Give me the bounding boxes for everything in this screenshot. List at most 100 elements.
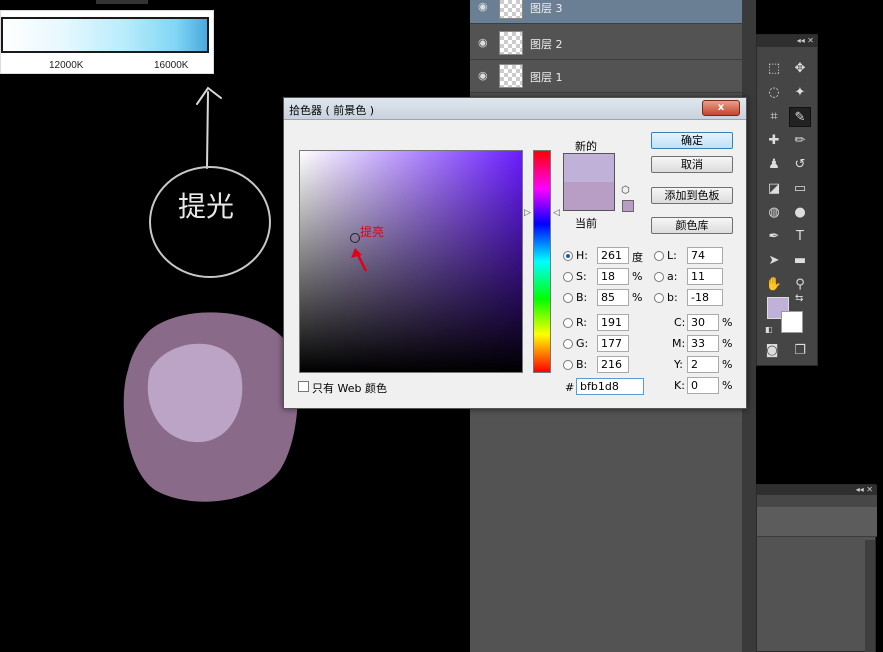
- c-unit: %: [722, 316, 733, 329]
- hue-slider-left-arrow-icon[interactable]: ▷: [524, 208, 531, 218]
- up-arrow-sketch: [196, 86, 222, 169]
- annotation-label: 提亮: [360, 225, 385, 239]
- c-label: C:: [674, 316, 686, 329]
- move-tool-icon[interactable]: ✥: [789, 59, 811, 79]
- g-input[interactable]: 177: [597, 335, 629, 352]
- path-selection-tool-icon[interactable]: ➤: [763, 251, 785, 271]
- new-color-swatch: [563, 153, 615, 182]
- layer-thumbnail: [499, 31, 523, 55]
- rectangle-tool-icon[interactable]: ▬: [789, 251, 811, 271]
- eraser-tool-icon[interactable]: ◪: [763, 179, 785, 199]
- handwritten-note: 提光: [178, 190, 235, 223]
- r-input[interactable]: 191: [597, 314, 629, 331]
- a-label: a:: [667, 270, 678, 283]
- tools-panel: ◂◂ ✕ ⬚ ✥ ◌ ✦ ⌗ ✎ ✚ ✏ ♟ ↺ ◪ ▭ ◍ ● ✒ T ➤ ▬…: [756, 34, 818, 366]
- h-label: H:: [576, 249, 588, 262]
- a-radio[interactable]: [654, 272, 664, 282]
- layer-row-1[interactable]: ◉ 图层 1: [470, 60, 742, 93]
- dodge-tool-icon[interactable]: ●: [789, 203, 811, 223]
- b-input[interactable]: 85: [597, 289, 629, 306]
- annotation-arrow-icon: [351, 248, 368, 272]
- y-unit: %: [722, 358, 733, 371]
- add-to-swatches-button[interactable]: 添加到色板: [651, 187, 733, 204]
- hue-slider[interactable]: [533, 150, 551, 373]
- h-radio[interactable]: [563, 251, 573, 261]
- k-label: K:: [674, 379, 685, 392]
- b-radio[interactable]: [563, 293, 573, 303]
- zoom-tool-icon[interactable]: ⚲: [789, 275, 811, 295]
- gradient-tool-icon[interactable]: ▭: [789, 179, 811, 199]
- healing-brush-tool-icon[interactable]: ✚: [763, 131, 785, 151]
- magic-wand-tool-icon[interactable]: ✦: [789, 83, 811, 103]
- secondary-panel-header[interactable]: ◂◂ ✕: [757, 485, 877, 495]
- s-radio[interactable]: [563, 272, 573, 282]
- background-color-swatch[interactable]: [781, 311, 803, 333]
- hue-slider-right-arrow-icon[interactable]: ◁: [553, 208, 560, 218]
- hex-input[interactable]: bfb1d8: [576, 378, 644, 395]
- g-label: G:: [576, 337, 589, 350]
- blue-radio[interactable]: [563, 360, 573, 370]
- m-unit: %: [722, 337, 733, 350]
- eye-icon[interactable]: ◉: [478, 37, 490, 49]
- web-colors-only-label: 只有 Web 颜色: [312, 382, 387, 395]
- dialog-titlebar: 拾色器 ( 前景色 ) x: [284, 98, 746, 120]
- m-label: M:: [672, 337, 686, 350]
- blue-input[interactable]: 216: [597, 356, 629, 373]
- type-tool-icon[interactable]: T: [789, 227, 811, 247]
- web-safe-color-swatch[interactable]: [622, 200, 634, 212]
- tools-panel-header[interactable]: ◂◂ ✕: [757, 35, 817, 47]
- quick-mask-icon[interactable]: ◙: [761, 341, 783, 361]
- default-colors-icon[interactable]: ◧: [765, 325, 773, 334]
- layer-name: 图层 1: [530, 71, 563, 84]
- layer-name: 图层 3: [530, 2, 563, 15]
- eye-icon[interactable]: ◉: [478, 70, 490, 82]
- a-input[interactable]: 11: [687, 268, 723, 285]
- marquee-tool-icon[interactable]: ⬚: [763, 59, 785, 79]
- brush-tool-icon[interactable]: ✏: [789, 131, 811, 151]
- screen-mode-icon[interactable]: ❐: [789, 341, 811, 361]
- hand-tool-icon[interactable]: ✋: [763, 275, 785, 295]
- layer-name: 图层 2: [530, 38, 563, 51]
- k-unit: %: [722, 379, 733, 392]
- y-input[interactable]: 2: [687, 356, 719, 373]
- pen-tool-icon[interactable]: ✒: [763, 227, 785, 247]
- color-libraries-button[interactable]: 颜色库: [651, 217, 733, 234]
- lab-b-input[interactable]: -18: [687, 289, 723, 306]
- ok-button[interactable]: 确定: [651, 132, 733, 149]
- r-label: R:: [576, 316, 588, 329]
- eye-icon[interactable]: ◉: [478, 1, 490, 13]
- new-color-label: 新的: [575, 140, 597, 153]
- saturation-brightness-field[interactable]: 提亮: [299, 150, 523, 373]
- close-button[interactable]: x: [702, 100, 740, 116]
- blur-tool-icon[interactable]: ◍: [763, 203, 785, 223]
- b-label: B:: [576, 291, 588, 304]
- s-input[interactable]: 18: [597, 268, 629, 285]
- g-radio[interactable]: [563, 339, 573, 349]
- history-brush-tool-icon[interactable]: ↺: [789, 155, 811, 175]
- layer-row-2[interactable]: ◉ 图层 2: [470, 27, 742, 60]
- h-input[interactable]: 261: [597, 247, 629, 264]
- m-input[interactable]: 33: [687, 335, 719, 352]
- cancel-button[interactable]: 取消: [651, 156, 733, 173]
- swap-colors-icon[interactable]: ⇆: [795, 293, 803, 304]
- clone-stamp-tool-icon[interactable]: ♟: [763, 155, 785, 175]
- layer-thumbnail: [499, 64, 523, 88]
- h-unit: 度: [632, 251, 643, 264]
- l-radio[interactable]: [654, 251, 664, 261]
- current-color-swatch[interactable]: [563, 182, 615, 211]
- color-picker-marker[interactable]: [350, 233, 360, 243]
- lab-b-radio[interactable]: [654, 293, 664, 303]
- crop-tool-icon[interactable]: ⌗: [763, 107, 785, 127]
- layer-row-3[interactable]: ◉ 图层 3: [470, 0, 742, 24]
- c-input[interactable]: 30: [687, 314, 719, 331]
- s-unit: %: [632, 270, 643, 283]
- cube-icon: ⬡: [621, 185, 630, 196]
- eyedropper-tool-icon[interactable]: ✎: [789, 107, 811, 127]
- r-radio[interactable]: [563, 318, 573, 328]
- color-picker-dialog: 拾色器 ( 前景色 ) x 提亮 ▷ ◁ 新的 当前 ⬡ 确定 取消 添加到色板…: [283, 97, 747, 409]
- lasso-tool-icon[interactable]: ◌: [763, 83, 785, 103]
- l-input[interactable]: 74: [687, 247, 723, 264]
- secondary-panel-scrollbar[interactable]: [865, 540, 875, 652]
- web-colors-only-checkbox[interactable]: [298, 381, 309, 392]
- k-input[interactable]: 0: [687, 377, 719, 394]
